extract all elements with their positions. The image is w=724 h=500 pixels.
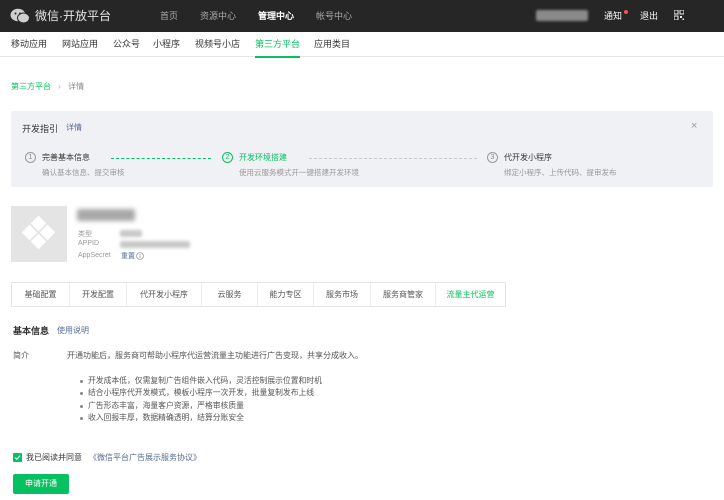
list-item: 收入回报丰厚，数据精确透明，结算分账安全 — [80, 412, 322, 424]
logo[interactable]: 微信·开放平台 — [10, 7, 111, 24]
top-nav: 首页 资源中心 管理中心 帐号中心 — [160, 0, 374, 32]
step-title: 开发环境搭建 — [239, 153, 287, 162]
tab-traffic-agent-ops[interactable]: 流量主代运营 — [435, 283, 505, 306]
step-title: 完善基本信息 — [42, 153, 90, 162]
guide-title: 开发指引 — [22, 124, 59, 134]
usage-guide-link[interactable]: 使用说明 — [57, 325, 89, 336]
step-connector — [111, 158, 211, 159]
app-type-value-blurred — [120, 230, 142, 237]
breadcrumb-parent[interactable]: 第三方平台 — [11, 82, 51, 91]
notice-badge — [624, 10, 628, 14]
app-placeholder-icon — [21, 215, 56, 250]
agreement-text: 我已阅读并同意 — [26, 453, 82, 462]
agreement-checkbox[interactable] — [13, 453, 22, 462]
reset-secret-link[interactable]: 重置 — [121, 251, 135, 261]
breadcrumb: 第三方平台 › 详情 — [11, 81, 84, 92]
tab-capabilities[interactable]: 能力专区 — [257, 283, 313, 306]
subnav-mini-programs[interactable]: 小程序 — [153, 32, 180, 56]
step-number: 1 — [25, 152, 36, 163]
tab-provider-manager[interactable]: 服务商管家 — [370, 283, 435, 306]
wechat-logo-icon — [10, 8, 30, 23]
breadcrumb-chevron-icon: › — [58, 82, 61, 91]
check-icon — [14, 455, 21, 461]
step-desc: 使用云服务模式开一键搭建开发环境 — [239, 168, 359, 177]
list-item: 广告形态丰富，海量客户资源，严格审核质量 — [80, 400, 322, 412]
app-name-blurred — [77, 209, 135, 221]
top-bar: 微信·开放平台 首页 资源中心 管理中心 帐号中心 通知 退出 — [0, 0, 724, 32]
nav-account[interactable]: 帐号中心 — [316, 0, 352, 32]
logo-text: 微信·开放平台 — [35, 9, 111, 23]
app-type-label: 类型 — [78, 231, 92, 238]
agreement-row: 我已阅读并同意 《微信平台广告展示服务协议》 — [13, 452, 201, 463]
info-icon[interactable] — [136, 252, 144, 260]
step-desc: 确认基本信息、提交审核 — [42, 168, 125, 177]
intro-text: 开通功能后，服务商可帮助小程序代运营流量主功能进行广告变现，共享分成收入。 — [67, 351, 363, 360]
step-connector — [309, 158, 477, 159]
agreement-link[interactable]: 《微信平台广告展示服务协议》 — [89, 452, 201, 463]
close-icon[interactable]: × — [691, 120, 697, 132]
step-desc: 绑定小程序、上传代码、提审发布 — [504, 168, 617, 177]
sub-nav: 移动应用 网站应用 公众号 小程序 视频号小店 第三方平台 应用类目 — [0, 32, 724, 58]
appid-value-blurred — [120, 241, 190, 248]
step-number: 2 — [222, 152, 233, 163]
logout-link[interactable]: 退出 — [640, 0, 658, 32]
section-title: 基本信息 — [13, 326, 50, 336]
list-item: 开发成本低，仅需复制广告组件嵌入代码，灵活控制展示位置和时机 — [80, 375, 322, 387]
settings-tabs: 基础配置 开发配置 代开发小程序 云服务 能力专区 服务市场 服务商管家 流量主… — [11, 282, 506, 307]
step-number: 3 — [487, 152, 498, 163]
subnav-channels-store[interactable]: 视频号小店 — [195, 32, 240, 56]
guide-details-link[interactable]: 详情 — [66, 122, 82, 133]
dev-guide-panel: 开发指引 详情 × 1 完善基本信息 确认基本信息、提交审核 2 开发环境搭建 … — [11, 111, 713, 187]
intro-label: 简介 — [13, 351, 29, 360]
apply-button[interactable]: 申请开通 — [13, 474, 69, 494]
subnav-mobile-apps[interactable]: 移动应用 — [11, 32, 47, 56]
appsecret-label: AppSecret — [78, 252, 111, 259]
tab-cloud-service[interactable]: 云服务 — [201, 283, 257, 306]
tab-service-market[interactable]: 服务市场 — [313, 283, 370, 306]
feature-list: 开发成本低，仅需复制广告组件嵌入代码，灵活控制展示位置和时机 结合小程序代开发模… — [80, 375, 322, 425]
tab-mini-program-dev[interactable]: 代开发小程序 — [126, 283, 201, 306]
account-name-blurred[interactable] — [536, 10, 588, 21]
app-avatar — [11, 206, 67, 262]
subnav-website-apps[interactable]: 网站应用 — [62, 32, 98, 56]
tab-dev-config[interactable]: 开发配置 — [69, 283, 126, 306]
subnav-official-accounts[interactable]: 公众号 — [113, 32, 140, 56]
subnav-third-party-platform[interactable]: 第三方平台 — [255, 32, 301, 58]
breadcrumb-current: 详情 — [68, 82, 85, 91]
nav-home[interactable]: 首页 — [160, 0, 178, 32]
nav-resources[interactable]: 资源中心 — [200, 0, 236, 32]
tab-basic-config[interactable]: 基础配置 — [12, 283, 69, 306]
notice-link[interactable]: 通知 — [604, 0, 622, 32]
appid-label: APPID — [78, 240, 100, 247]
nav-management[interactable]: 管理中心 — [258, 0, 294, 32]
step-title: 代开发小程序 — [504, 153, 552, 162]
qr-code-icon[interactable] — [674, 10, 684, 20]
subnav-app-categories[interactable]: 应用类目 — [314, 32, 350, 56]
list-item: 结合小程序代开发模式，模板小程序一次开发，批量复制发布上线 — [80, 387, 322, 399]
